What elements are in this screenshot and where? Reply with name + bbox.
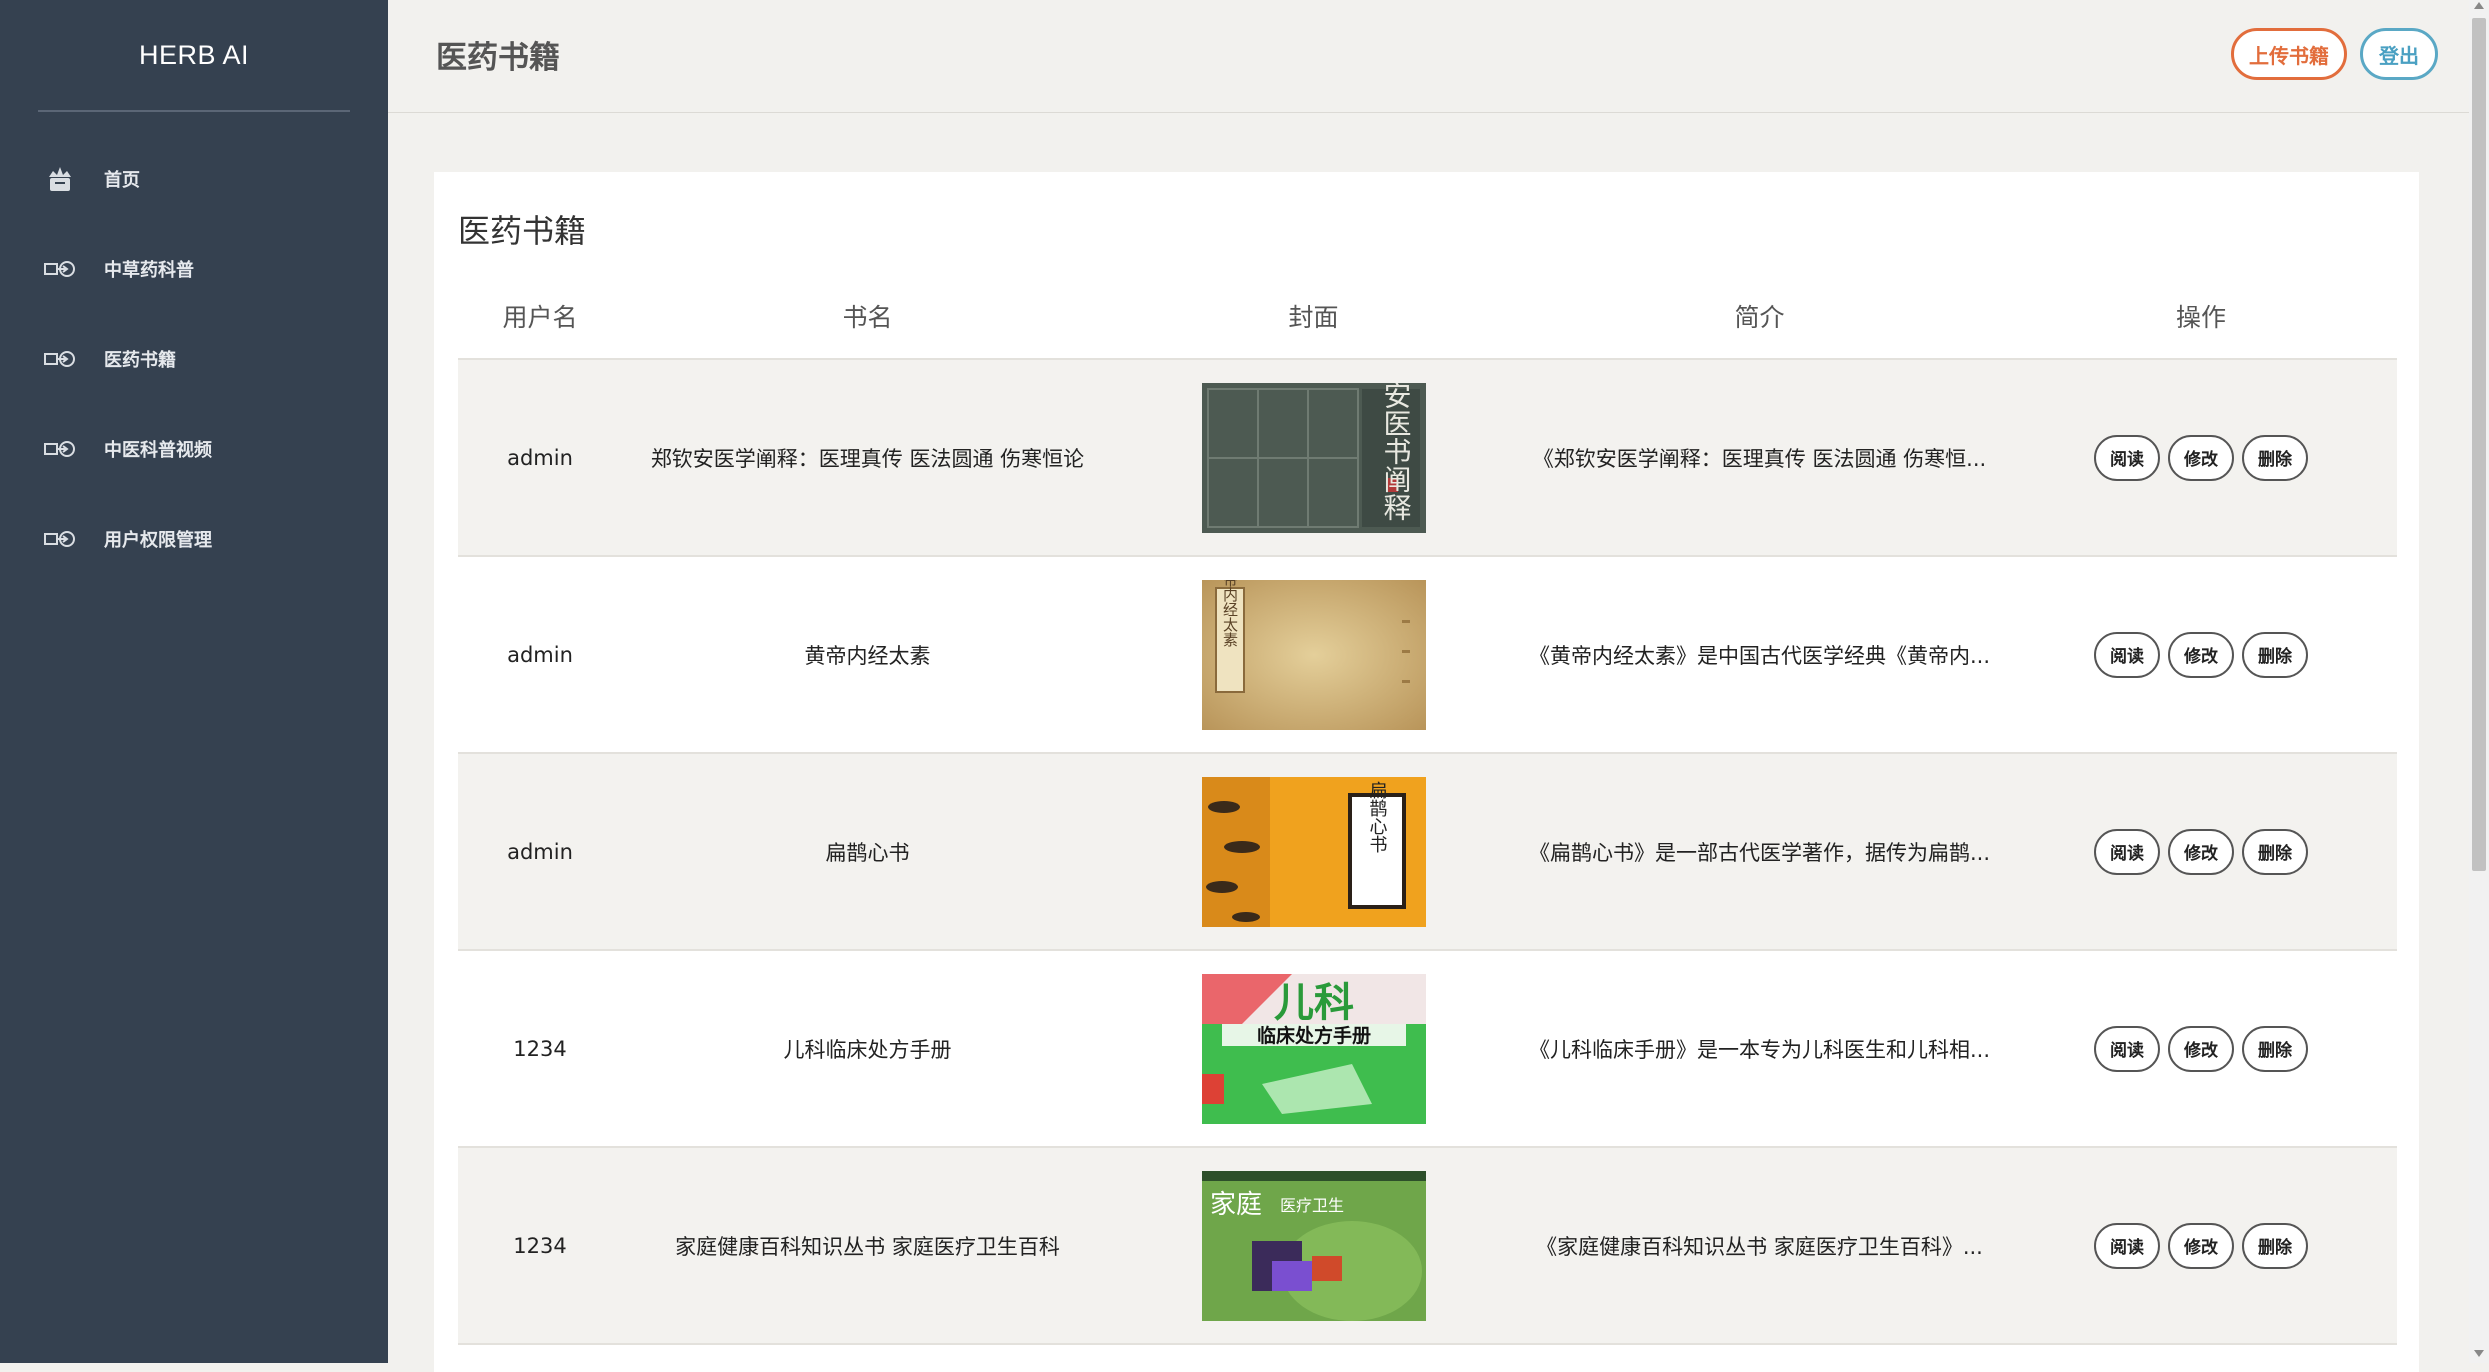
cell-book-name: 家庭健康百科知识丛书 家庭医疗卫生百科 [675, 1234, 1060, 1259]
cell-book-name: 儿科临床处方手册 [783, 1037, 952, 1062]
edit-button[interactable]: 修改 [2168, 828, 2234, 875]
edit-button[interactable]: 修改 [2168, 434, 2234, 481]
sidebar-item-home[interactable]: 首页 [0, 134, 388, 224]
edit-button[interactable]: 修改 [2168, 1025, 2234, 1072]
cell-cover: 黄帝内经太素 [1113, 579, 1514, 730]
cell-actions: 阅读 修改 删除 [2005, 631, 2397, 678]
cell-actions: 阅读 修改 删除 [2005, 1025, 2397, 1072]
book-cover-image: 家庭 医疗卫生 [1201, 1170, 1426, 1321]
scrollbar-thumb[interactable] [2472, 18, 2486, 871]
cell-actions: 阅读 修改 删除 [2005, 1222, 2397, 1269]
cover-title-text: 黄帝内经太素 [1221, 580, 1239, 647]
read-button[interactable]: 阅读 [2094, 828, 2160, 875]
cover-subtitle-text: 医疗卫生 [1279, 1196, 1343, 1215]
table-row: admin 扁鹊心书 扁鹊心书 《扁鹊心书》是一部古代医学著作，据传为扁鹊...… [458, 754, 2397, 951]
arrow-circle-icon [40, 249, 80, 289]
table-row: 1234 儿科临床处方手册 儿科 临床处方手册 《儿科临床手册》是一本专为儿科医… [458, 951, 2397, 1148]
cell-cover: 儿科 临床处方手册 [1113, 973, 1514, 1124]
cell-actions: 阅读 修改 删除 [2005, 434, 2397, 481]
cell-book-name: 扁鹊心书 [825, 840, 910, 865]
cell-username: 1234 [513, 1036, 567, 1061]
table-header: 用户名 书名 封面 简介 操作 [458, 274, 2397, 360]
sidebar-item-permissions[interactable]: 用户权限管理 [0, 494, 388, 584]
cell-intro: 《郑钦安医学阐释：医理真传 医法圆通 伤寒恒... [1532, 446, 1987, 471]
sidebar-item-videos[interactable]: 中医科普视频 [0, 404, 388, 494]
card-title: 医药书籍 [458, 212, 587, 250]
books-card: 医药书籍 用户名 书名 封面 简介 操作 admin 郑钦安医学阐释：医理真传 … [434, 172, 2419, 1372]
sidebar-item-herb[interactable]: 中草药科普 [0, 224, 388, 314]
sidebar-item-label: 医药书籍 [104, 350, 176, 371]
table-row: admin 黄帝内经太素 黄帝内经太素 《黄帝内经太素》是中国古代医学经典《黄帝… [458, 557, 2397, 754]
delete-button[interactable]: 删除 [2242, 1025, 2308, 1072]
read-button[interactable]: 阅读 [2094, 1025, 2160, 1072]
cell-intro: 《黄帝内经太素》是中国古代医学经典《黄帝内... [1528, 643, 1991, 668]
read-button[interactable]: 阅读 [2094, 1222, 2160, 1269]
delete-button[interactable]: 删除 [2242, 828, 2308, 875]
read-button[interactable]: 阅读 [2094, 631, 2160, 678]
sidebar-item-books[interactable]: 医药书籍 [0, 314, 388, 404]
column-header-cover: 封面 [1288, 303, 1339, 332]
cell-username: admin [507, 839, 573, 864]
table-row: 1234 家庭健康百科知识丛书 家庭医疗卫生百科 家庭 医疗卫生 《家庭健康百科… [458, 1148, 2397, 1345]
page-title: 医药书籍 [436, 40, 560, 76]
delete-button[interactable]: 删除 [2242, 434, 2308, 481]
column-header-name: 书名 [842, 303, 893, 332]
book-cover-image: 郑钦安医书阐释 [1201, 382, 1426, 533]
scroll-up-arrow-icon[interactable] [2474, 2, 2484, 9]
cover-subtitle-text: 临床处方手册 [1256, 1024, 1370, 1047]
scroll-down-arrow-icon[interactable] [2474, 1350, 2484, 1357]
table-row: admin 郑钦安医学阐释：医理真传 医法圆通 伤寒恒论 郑钦安医书阐释 《郑钦… [458, 360, 2397, 557]
arrow-circle-icon [40, 429, 80, 469]
column-header-user: 用户名 [502, 303, 578, 332]
arrow-circle-icon [40, 519, 80, 559]
book-cover-image: 儿科 临床处方手册 [1201, 973, 1426, 1124]
page-scrollbar[interactable] [2469, 0, 2489, 1363]
sidebar-item-label: 中草药科普 [104, 260, 194, 281]
edit-button[interactable]: 修改 [2168, 631, 2234, 678]
sidebar: HERB AI 首页 中草药科普 医药书籍 中医科普视频 用户权限管理 [0, 0, 388, 1363]
cell-cover: 家庭 医疗卫生 [1113, 1170, 1514, 1321]
crown-icon [40, 159, 80, 199]
cell-username: 1234 [513, 1233, 567, 1258]
book-cover-image: 黄帝内经太素 [1201, 579, 1426, 730]
brand-logo: HERB AI [138, 39, 250, 70]
delete-button[interactable]: 删除 [2242, 631, 2308, 678]
sidebar-item-label: 首页 [104, 170, 140, 191]
edit-button[interactable]: 修改 [2168, 1222, 2234, 1269]
column-header-actions: 操作 [2175, 303, 2226, 332]
cell-book-name: 黄帝内经太素 [804, 643, 931, 668]
cover-title-text: 儿科 [1274, 979, 1354, 1026]
read-button[interactable]: 阅读 [2094, 434, 2160, 481]
book-cover-image: 扁鹊心书 [1201, 776, 1426, 927]
cell-username: admin [507, 445, 573, 470]
column-header-intro: 简介 [1734, 303, 1785, 332]
sidebar-divider [38, 110, 350, 112]
cover-title-text: 郑钦安医书阐释 [1379, 383, 1412, 521]
books-table: 用户名 书名 封面 简介 操作 admin 郑钦安医学阐释：医理真传 医法圆通 … [458, 274, 2397, 1345]
top-header: 医药书籍 上传书籍 登出 [388, 0, 2469, 113]
cell-username: admin [507, 642, 573, 667]
delete-button[interactable]: 删除 [2242, 1222, 2308, 1269]
cell-cover: 扁鹊心书 [1113, 776, 1514, 927]
cell-actions: 阅读 修改 删除 [2005, 828, 2397, 875]
upload-book-button[interactable]: 上传书籍 [2231, 28, 2347, 80]
sidebar-item-label: 用户权限管理 [104, 530, 212, 551]
cover-title-text: 家庭 [1210, 1190, 1262, 1220]
sidebar-item-label: 中医科普视频 [104, 440, 212, 461]
cell-intro: 《儿科临床手册》是一本专为儿科医生和儿科相... [1528, 1037, 1991, 1062]
logout-button[interactable]: 登出 [2360, 28, 2438, 80]
cell-book-name: 郑钦安医学阐释：医理真传 医法圆通 伤寒恒论 [650, 446, 1085, 471]
cell-cover: 郑钦安医书阐释 [1113, 382, 1514, 533]
cover-title-text: 扁鹊心书 [1366, 780, 1387, 852]
arrow-circle-icon [40, 339, 80, 379]
cell-intro: 《家庭健康百科知识丛书 家庭医疗卫生百科》... [1536, 1234, 1983, 1259]
cell-intro: 《扁鹊心书》是一部古代医学著作，据传为扁鹊... [1528, 840, 1991, 865]
sidebar-nav: 首页 中草药科普 医药书籍 中医科普视频 用户权限管理 [0, 134, 388, 584]
